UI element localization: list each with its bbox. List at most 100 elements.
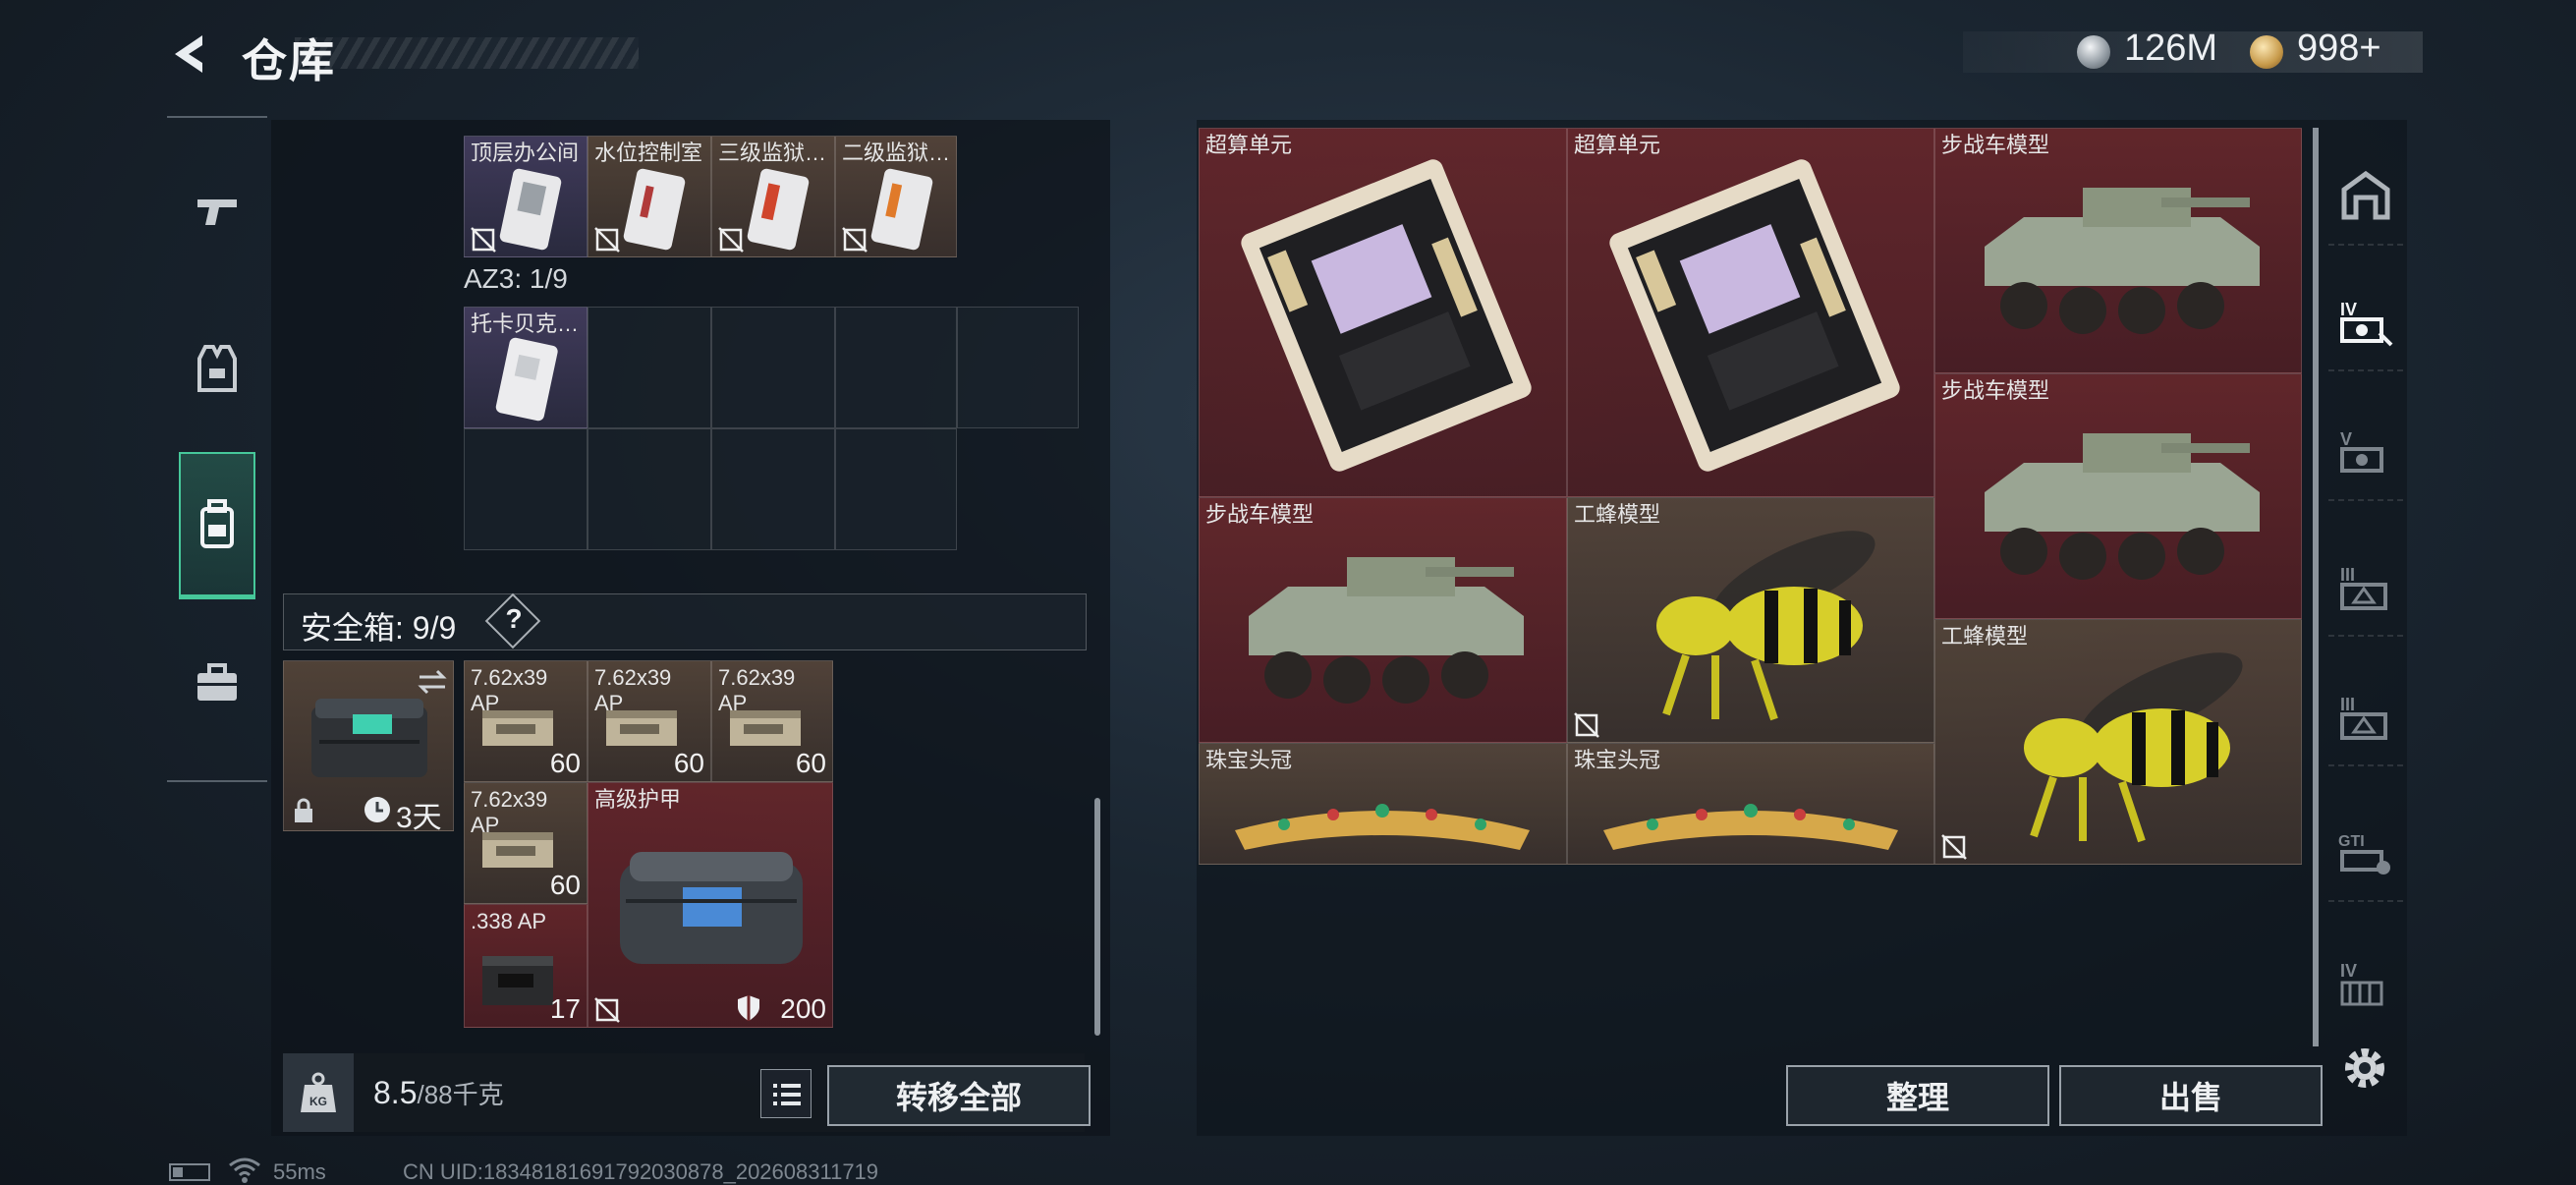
sort-button[interactable]: 整理 — [1786, 1065, 2049, 1126]
armor-item[interactable]: 高级护甲 200 — [588, 782, 833, 1028]
stash-tab-icon: GTI — [2338, 833, 2390, 875]
ammo-box-icon — [482, 832, 553, 868]
stash-item[interactable]: 步战车模型 — [1199, 497, 1567, 743]
empty-slot[interactable] — [835, 428, 957, 550]
silver-currency-value: 126M — [2124, 28, 2218, 69]
transfer-all-button[interactable]: 转移全部 — [827, 1065, 1091, 1126]
empty-slot[interactable] — [588, 428, 711, 550]
stash-tab-icon: V — [2340, 429, 2383, 473]
no-trade-icon — [471, 227, 496, 253]
user-uid: CN UID:18348181691792030878_202608311719 — [403, 1159, 879, 1184]
gold-currency-value[interactable]: 998+ — [2297, 28, 2381, 70]
item-label: 珠宝头冠 — [1205, 748, 1293, 772]
ammo-item[interactable]: 7.62x39 AP 60 — [711, 660, 833, 782]
item-label: 超算单元 — [1205, 133, 1293, 157]
item-label: 超算单元 — [1574, 133, 1661, 157]
ammo-item[interactable]: 7.62x39 AP 60 — [464, 782, 588, 904]
keycard-icon — [623, 168, 686, 251]
inventory-scrollbar[interactable] — [1094, 798, 1100, 1036]
back-button[interactable] — [165, 29, 214, 79]
inventory-item[interactable]: 水位控制室 — [588, 136, 711, 257]
empty-slot[interactable] — [835, 307, 957, 428]
stash-page-iv-active[interactable]: IV — [2328, 273, 2403, 371]
empty-slot[interactable] — [711, 307, 835, 428]
no-trade-icon — [842, 227, 868, 253]
stash-item[interactable]: 工蜂模型 — [1567, 497, 1934, 743]
stash-tab-icon: IV — [2340, 300, 2393, 347]
empty-slot[interactable] — [957, 307, 1079, 428]
inventory-item[interactable]: 顶层办公间 — [464, 136, 588, 257]
max-weight: /88千克 — [417, 1080, 504, 1109]
weight-icon-box: KG — [283, 1053, 354, 1132]
ammo-box-icon — [606, 710, 677, 746]
no-trade-icon — [594, 227, 620, 253]
gun-icon — [197, 199, 237, 225]
briefcase-icon — [197, 663, 237, 701]
item-count: 60 — [549, 748, 581, 778]
stash-item[interactable]: 珠宝头冠 — [1199, 743, 1567, 865]
stash-item[interactable]: 超算单元 — [1567, 128, 1934, 497]
svg-text:V: V — [2340, 429, 2352, 449]
ammo-box-icon — [482, 956, 553, 1005]
inventory-item[interactable]: 三级监狱… — [711, 136, 835, 257]
stash-item[interactable]: 超算单元 — [1199, 128, 1567, 497]
stash-page-v[interactable]: V — [2328, 403, 2403, 501]
stash-page-iii-b[interactable]: III — [2328, 668, 2403, 766]
ammo-item[interactable]: 7.62x39 AP 60 — [588, 660, 711, 782]
backpack-icon — [200, 498, 234, 548]
wifi-icon — [229, 1157, 260, 1183]
list-view-button[interactable] — [760, 1069, 812, 1118]
worker-bee-model-icon — [1656, 531, 1876, 721]
swap-icon[interactable] — [416, 669, 449, 695]
stash-page-home[interactable] — [2328, 147, 2403, 246]
stash-item[interactable]: 步战车模型 — [1934, 373, 2302, 619]
inventory-item[interactable]: 二级监狱… — [835, 136, 957, 257]
stash-tab-icon: III — [2340, 695, 2387, 740]
stash-tab-icon: III — [2340, 565, 2387, 610]
home-icon — [2341, 170, 2390, 220]
nav-item-toolbox[interactable] — [179, 609, 255, 757]
item-label: .338 AP — [471, 909, 547, 933]
weight-value: 8.5/88千克 — [373, 1075, 504, 1111]
help-icon: ? — [505, 603, 523, 634]
nav-item-backpack[interactable] — [179, 452, 255, 599]
stash-page-iv-b[interactable]: IV — [2328, 933, 2403, 1032]
item-label: 高级护甲 — [594, 787, 682, 812]
empty-slot[interactable] — [588, 307, 711, 428]
stash-page-gti[interactable]: GTI — [2328, 804, 2403, 902]
gear-icon — [2345, 1048, 2384, 1088]
nav-item-weapons[interactable] — [179, 138, 255, 285]
item-count: 17 — [549, 993, 581, 1024]
item-label: 顶层办公间 — [471, 141, 580, 165]
safebox-container[interactable]: 3天 — [283, 660, 454, 834]
no-trade-icon — [718, 227, 744, 253]
keycard-icon — [870, 168, 933, 251]
stash-scrollbar[interactable] — [2313, 128, 2319, 1046]
no-trade-icon — [1574, 712, 1599, 738]
svg-text:III: III — [2340, 565, 2355, 585]
stash-item[interactable]: 工蜂模型 — [1934, 619, 2302, 865]
stash-item[interactable]: 步战车模型 — [1934, 128, 2302, 373]
svg-text:IV: IV — [2340, 961, 2357, 981]
ammo-box-icon — [730, 710, 801, 746]
sell-button[interactable]: 出售 — [2059, 1065, 2323, 1126]
armor-bag-icon — [620, 852, 803, 964]
svg-text:IV: IV — [2340, 300, 2357, 319]
item-count: 60 — [549, 870, 581, 900]
battery-level — [173, 1167, 183, 1177]
item-label: 二级监狱… — [842, 141, 951, 165]
stash-page-iii-a[interactable]: III — [2328, 538, 2403, 637]
stash-item[interactable]: 珠宝头冠 — [1567, 743, 1934, 865]
kg-weight-icon: KG — [301, 1072, 336, 1112]
title-decoration — [295, 37, 639, 69]
ammo-item[interactable]: .338 AP 17 — [464, 904, 588, 1028]
inventory-item[interactable]: 托卡贝克… — [464, 307, 588, 428]
svg-text:III: III — [2340, 695, 2355, 714]
nav-item-equipment[interactable] — [179, 295, 255, 442]
empty-slot[interactable] — [464, 428, 588, 550]
lock-icon — [295, 798, 312, 822]
empty-slot[interactable] — [711, 428, 835, 550]
settings-button[interactable] — [2338, 1042, 2391, 1095]
safebox-label: 安全箱: 9/9 — [301, 610, 457, 646]
ammo-item[interactable]: 7.62x39 AP 60 — [464, 660, 588, 782]
